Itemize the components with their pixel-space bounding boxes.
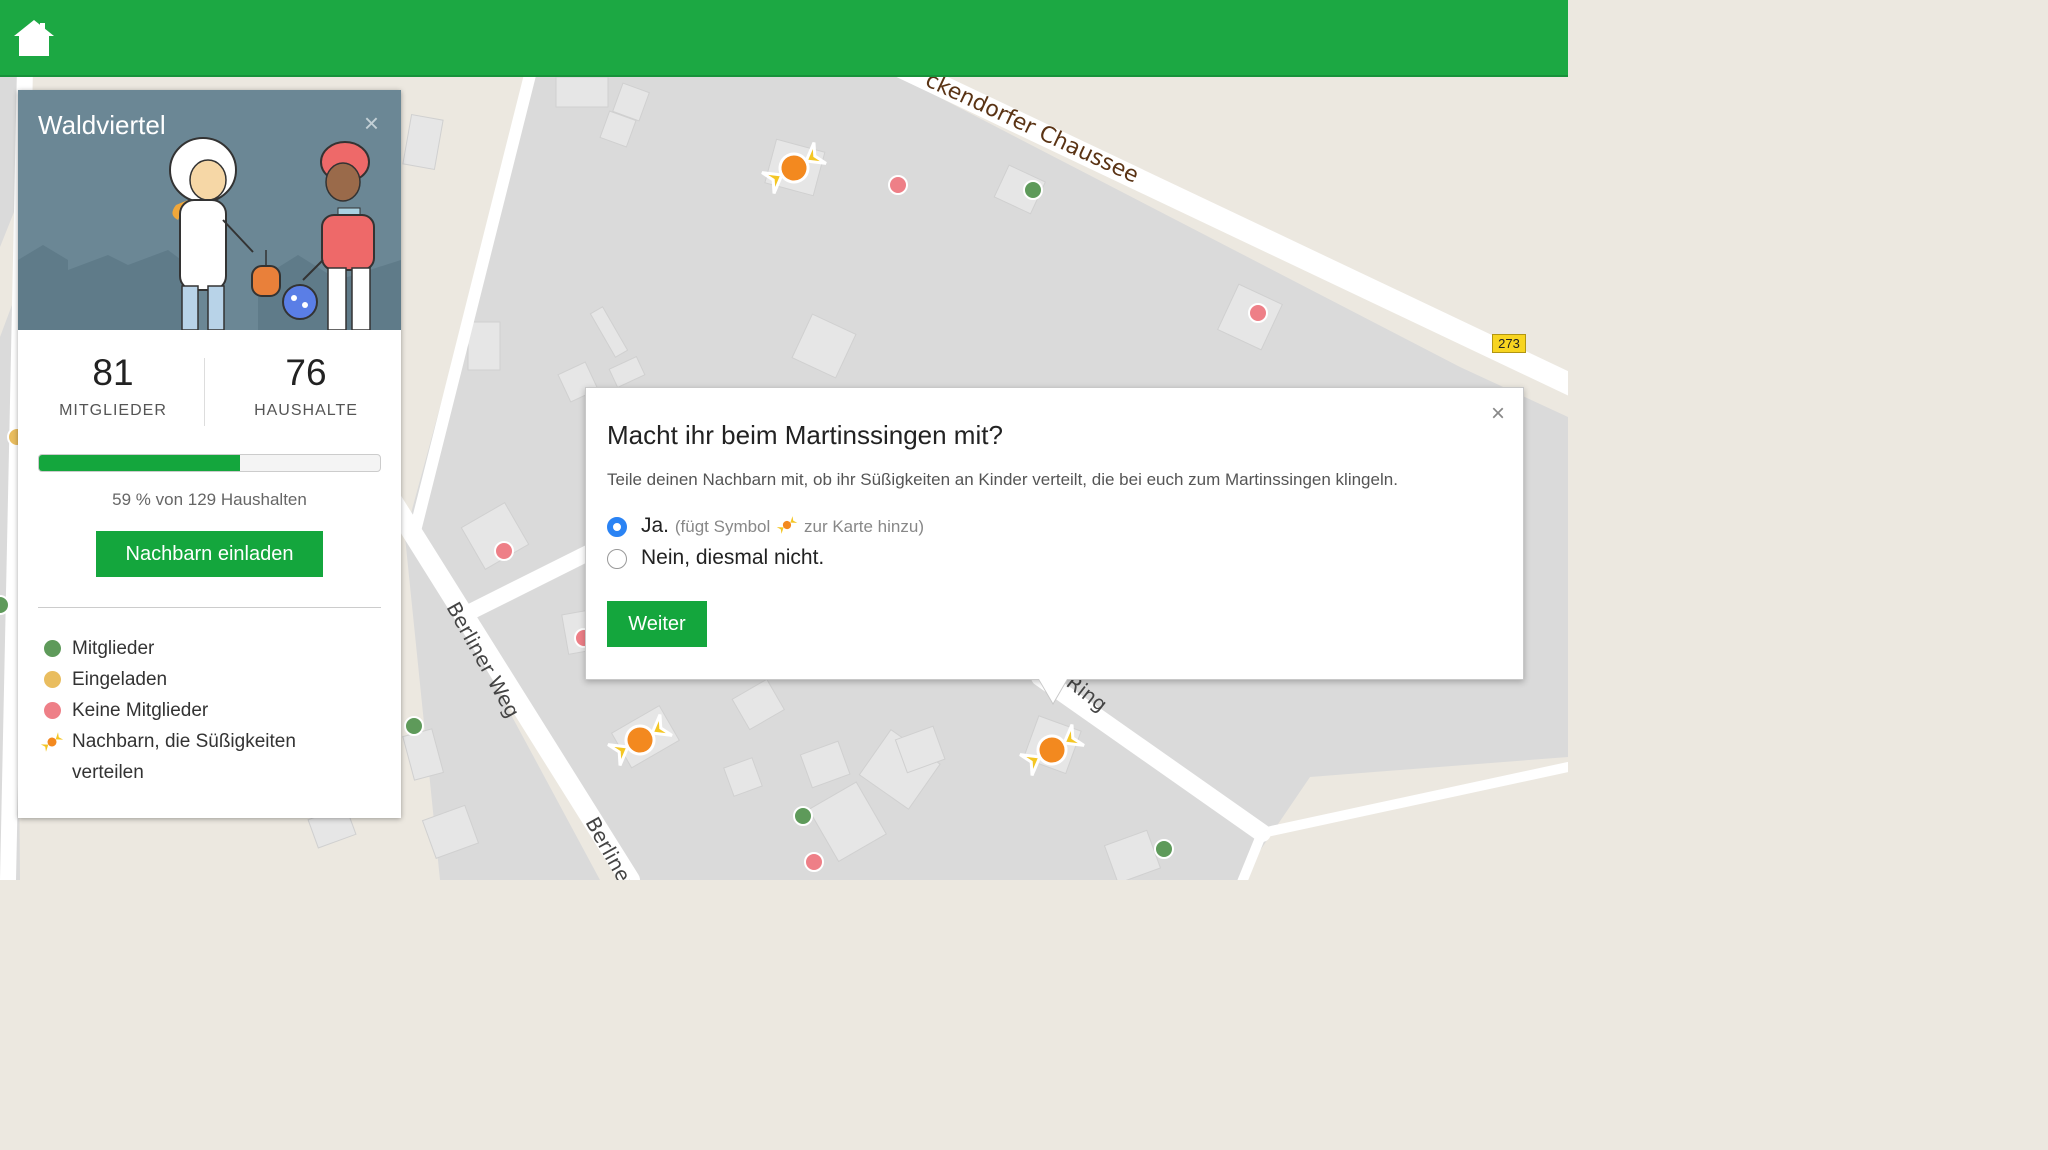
panel-close-button[interactable]: × [364, 108, 379, 139]
candy-icon [40, 732, 64, 752]
legend-item-invited: Eingeladen [42, 664, 382, 695]
legend-label: Mitglieder [72, 638, 155, 659]
invite-neighbors-button[interactable]: Nachbarn einladen [96, 531, 323, 577]
progress-fill [39, 455, 241, 471]
dialog-pointer [1039, 679, 1067, 703]
marker-non-member [804, 852, 824, 872]
green-dot-icon [44, 640, 61, 657]
legend-item-members: Mitglieder [42, 633, 382, 664]
top-bar [0, 0, 1568, 77]
divider [38, 607, 381, 608]
option-yes-text[interactable]: Ja. [641, 514, 669, 537]
neighborhood-panel: Waldviertel × 81 MITGLIEDER 76 HAUSHALTE… [18, 90, 401, 818]
neighborhood-title: Waldviertel [38, 110, 166, 140]
marker-member [793, 806, 813, 826]
marker-member [1023, 180, 1043, 200]
participation-dialog: × Macht ihr beim Martinssingen mit? Teil… [585, 387, 1524, 705]
marker-non-member [888, 175, 908, 195]
legend-label: Nachbarn, die Süßigkeiten [72, 731, 296, 752]
dialog-title: Macht ihr beim Martinssingen mit? [607, 420, 1003, 450]
members-stat: 81 MITGLIEDER [18, 352, 208, 420]
radio-yes[interactable] [607, 517, 627, 537]
marker-member [1154, 839, 1174, 859]
stat-divider [204, 358, 205, 426]
legend-label: Eingeladen [72, 669, 168, 690]
candy-icon [776, 516, 798, 534]
legend-item-candy: Nachbarn, die Süßigkeiten verteilen [40, 726, 382, 788]
marker-non-member [1248, 303, 1268, 323]
dialog-close-button[interactable]: × [1491, 400, 1505, 428]
radio-no[interactable] [607, 549, 627, 569]
continue-button[interactable]: Weiter [607, 601, 707, 647]
red-dot-icon [44, 702, 61, 719]
dialog-description: Teile deinen Nachbarn mit, ob ihr Süßigk… [607, 470, 1398, 489]
progress-text: 59 % von 129 Haushalten [112, 490, 307, 509]
marker-non-member [494, 541, 514, 561]
legend-label-cont: verteilen [72, 762, 144, 783]
legend-label: Keine Mitglieder [72, 700, 209, 721]
marker-member [0, 595, 10, 615]
progress-bar [38, 454, 381, 472]
option-no-label[interactable]: Nein, diesmal nicht. [641, 546, 824, 570]
marker-member [404, 716, 424, 736]
home-icon[interactable] [12, 18, 56, 58]
option-yes-label[interactable]: Ja. (fügt Symbol zur Karte hinzu) [641, 514, 924, 538]
legend: Mitglieder Eingeladen Keine Mitglieder N… [40, 633, 382, 788]
households-count: 76 [285, 352, 327, 393]
option-yes-hint-post: zur Karte hinzu) [803, 517, 924, 536]
members-label: MITGLIEDER [59, 402, 167, 419]
households-stat: 76 HAUSHALTE [211, 352, 401, 420]
hero-illustration: Waldviertel × [18, 90, 401, 330]
option-yes-hint-pre: (fügt Symbol [674, 517, 771, 536]
households-label: HAUSHALTE [254, 402, 358, 419]
yellow-dot-icon [44, 671, 61, 688]
route-badge: 273 [1492, 334, 1526, 353]
legend-item-non-members: Keine Mitglieder [42, 695, 382, 726]
members-count: 81 [92, 352, 134, 393]
